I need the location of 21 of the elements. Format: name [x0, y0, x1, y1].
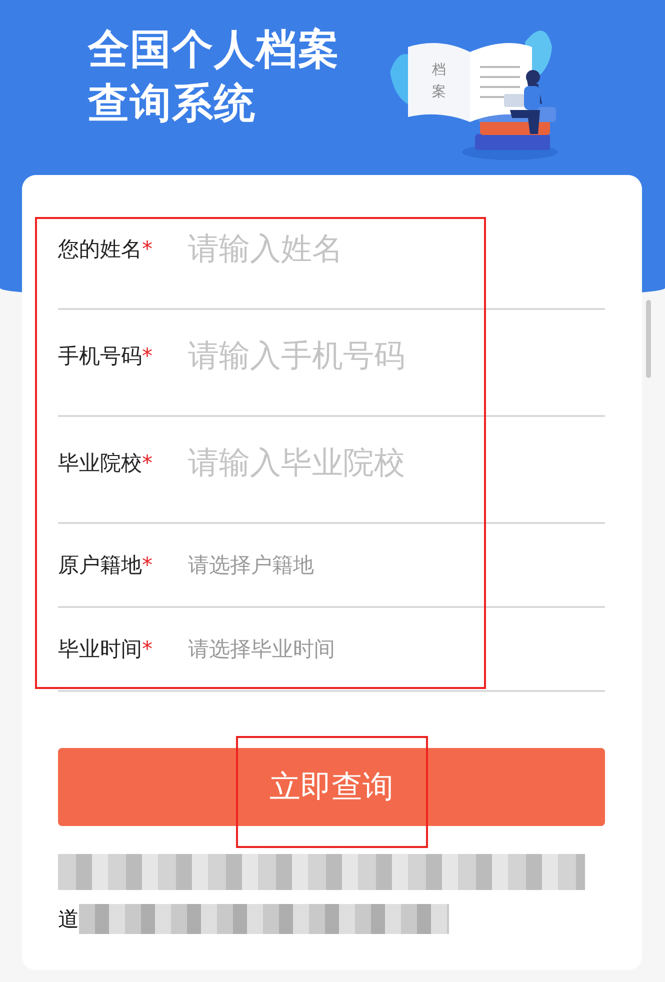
select-field[interactable]: 请选择户籍地	[188, 553, 605, 577]
field-label: 毕业时间	[58, 636, 142, 663]
field-label: 毕业院校	[58, 450, 142, 476]
note-text: 道	[58, 906, 79, 933]
field-label: 手机号码	[58, 342, 142, 370]
required-mark: *	[142, 236, 152, 260]
required-mark: *	[142, 344, 152, 368]
book-page-text: 案	[432, 84, 446, 100]
app-title: 查询系统	[88, 78, 257, 129]
required-mark: *	[142, 553, 152, 577]
input-field[interactable]: 请输入手机号码	[188, 338, 605, 374]
input-field[interactable]: 请输入毕业院校	[188, 444, 605, 480]
app-title: 全国个人档案	[88, 24, 340, 75]
field-label: 您的姓名	[58, 236, 142, 262]
query-button[interactable]: 立即查询	[58, 748, 605, 826]
book-page-text: 档	[432, 62, 446, 78]
required-mark: *	[142, 637, 152, 661]
input-field[interactable]: 请输入姓名	[188, 230, 605, 266]
select-field[interactable]: 请选择毕业时间	[188, 637, 605, 661]
field-label: 原户籍地	[58, 552, 142, 579]
required-mark: *	[142, 450, 152, 474]
